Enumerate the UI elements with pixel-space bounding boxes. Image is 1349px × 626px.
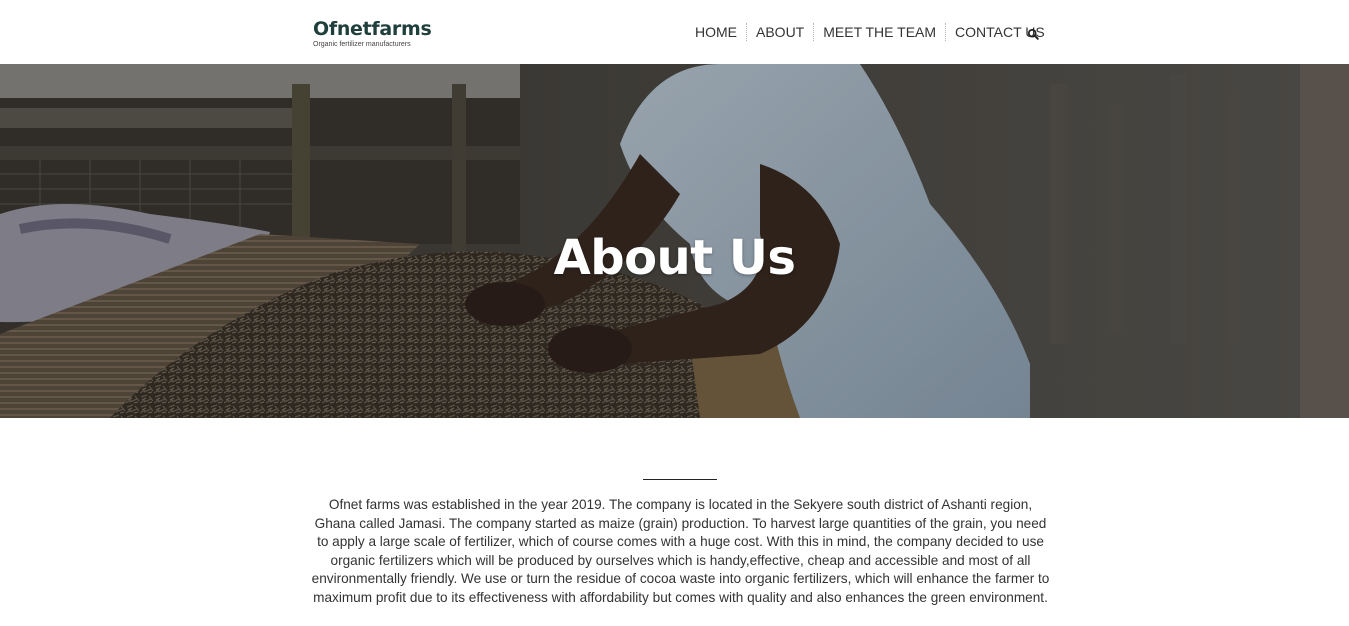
site-logo-link[interactable]: Ofnetfarms <box>313 18 432 40</box>
brand: Ofnetfarms Organic fertilizer manufactur… <box>313 18 432 49</box>
main-nav: HOME ABOUT MEET THE TEAM CONTACT US <box>686 22 1054 42</box>
search-icon <box>1027 28 1039 40</box>
page-title: About Us <box>553 230 796 287</box>
site-tagline: Organic fertilizer manufacturers <box>313 41 411 48</box>
search-button[interactable] <box>1027 28 1040 41</box>
section-divider <box>643 479 717 480</box>
site-header: Ofnetfarms Organic fertilizer manufactur… <box>0 0 1349 64</box>
hero-banner: About Us <box>0 64 1349 418</box>
nav-item-meet-the-team[interactable]: MEET THE TEAM <box>813 23 945 41</box>
nav-item-home[interactable]: HOME <box>686 23 746 41</box>
about-paragraph: Ofnet farms was established in the year … <box>311 497 1050 605</box>
nav-item-about[interactable]: ABOUT <box>746 23 813 41</box>
